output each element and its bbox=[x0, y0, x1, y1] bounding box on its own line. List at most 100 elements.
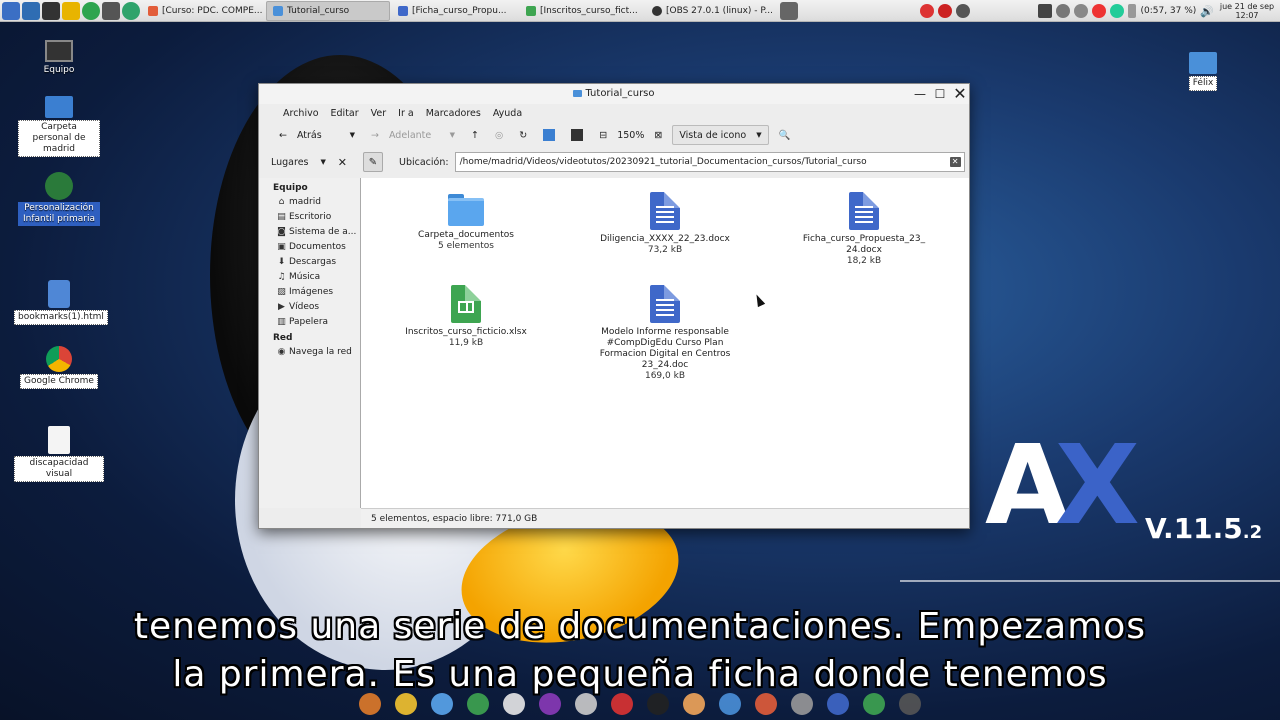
file-manager-launcher-icon[interactable] bbox=[22, 1, 40, 20]
battery-icon[interactable] bbox=[1128, 4, 1137, 18]
clock-alert-icon[interactable] bbox=[920, 4, 935, 18]
home-button[interactable] bbox=[537, 124, 561, 146]
wifi-icon[interactable] bbox=[1056, 4, 1071, 18]
dock-app-icon[interactable] bbox=[899, 693, 921, 715]
file-item-inscritos[interactable]: Inscritos_curso_ficticio.xlsx 11,9 kB bbox=[391, 285, 541, 349]
dock-app-icon[interactable] bbox=[647, 693, 669, 715]
sidebar-item-madrid[interactable]: ⌂ madrid bbox=[259, 195, 360, 210]
menu-editar[interactable]: Editar bbox=[325, 108, 365, 119]
dock-app-icon[interactable] bbox=[467, 693, 489, 715]
browser-launcher-icon[interactable] bbox=[82, 1, 100, 20]
dock-app-icon[interactable] bbox=[503, 693, 525, 715]
refresh-launcher-icon[interactable] bbox=[122, 1, 140, 20]
dock-app-icon[interactable] bbox=[791, 693, 813, 715]
desktop-icon-equipo[interactable]: Equipo bbox=[14, 40, 104, 77]
view-mode-label: Vista de icono bbox=[679, 129, 747, 141]
desktop-icon-label: discapacidad visual bbox=[14, 456, 104, 482]
task-button-tutorial-curso[interactable]: Tutorial_curso bbox=[266, 0, 390, 21]
close-button[interactable]: ✕ bbox=[953, 84, 967, 104]
dock-app-icon[interactable] bbox=[359, 693, 381, 715]
power-icon[interactable] bbox=[938, 4, 953, 18]
desktop-icon-carpeta-personal[interactable]: Carpeta personal de madrid bbox=[14, 96, 104, 157]
forward-button[interactable]: → Adelante ▼ bbox=[365, 124, 461, 146]
volume-icon[interactable]: 🔊 bbox=[1200, 5, 1214, 18]
sidebar-item-musica[interactable]: ♫ Música bbox=[259, 270, 360, 285]
file-item-diligencia[interactable]: Diligencia_XXXX_22_23.docx 73,2 kB bbox=[590, 192, 740, 256]
warning-icon[interactable] bbox=[1092, 4, 1107, 18]
task-button-inscritos[interactable]: [Inscritos_curso_fict... bbox=[520, 1, 644, 21]
task-button-obs[interactable]: [OBS 27.0.1 (linux) - P... bbox=[646, 1, 778, 21]
sidebar-item-descargas[interactable]: ⬇ Descargas bbox=[259, 255, 360, 270]
task-button-ficha-curso[interactable]: [Ficha_curso_Propu... bbox=[392, 1, 518, 21]
file-item-modelo-informe[interactable]: Modelo Informe responsable #CompDigEdu C… bbox=[590, 285, 740, 382]
dock-app-icon[interactable] bbox=[431, 693, 453, 715]
window-titlebar[interactable]: Tutorial_curso — ☐ ✕ bbox=[259, 84, 969, 104]
dock-app-icon[interactable] bbox=[539, 693, 561, 715]
updates-icon[interactable] bbox=[1074, 4, 1089, 18]
sidebar-item-sistema[interactable]: ◙ Sistema de a... bbox=[259, 225, 360, 240]
sidebar-item-navega-red[interactable]: ◉ Navega la red bbox=[259, 345, 360, 360]
file-manager-window: Tutorial_curso — ☐ ✕ Archivo Editar Ver … bbox=[258, 83, 970, 529]
dock-app-icon[interactable] bbox=[395, 693, 417, 715]
file-item-ficha[interactable]: Ficha_curso_Propuesta_23_ 24.docx 18,2 k… bbox=[789, 192, 939, 267]
zoom-out-button[interactable]: ⊟ bbox=[593, 124, 613, 146]
settings-tray-icon[interactable] bbox=[780, 1, 798, 20]
window-controls: — ☐ ✕ bbox=[913, 84, 967, 104]
folder-icon bbox=[1189, 52, 1217, 74]
desktop-icon-chrome[interactable]: Google Chrome bbox=[14, 346, 104, 389]
sidebar-item-papelera[interactable]: ▥ Papelera bbox=[259, 315, 360, 330]
location-input[interactable]: /home/madrid/Videos/videotutos/20230921_… bbox=[454, 152, 965, 172]
view-mode-select[interactable]: Vista de icono ▼ bbox=[672, 125, 769, 145]
dock-app-icon[interactable] bbox=[683, 693, 705, 715]
menu-ir-a[interactable]: Ir a bbox=[392, 108, 420, 119]
zoom-in-button[interactable]: ⊠ bbox=[648, 124, 668, 146]
dock-app-icon[interactable] bbox=[863, 693, 885, 715]
close-sidebar-icon[interactable]: ✕ bbox=[338, 156, 347, 169]
sidebar-item-documentos[interactable]: ▣ Documentos bbox=[259, 240, 360, 255]
terminal-launcher-icon[interactable] bbox=[42, 1, 60, 20]
sidebar-item-escritorio[interactable]: ▤ Escritorio bbox=[259, 210, 360, 225]
dock-app-icon[interactable] bbox=[611, 693, 633, 715]
menu-archivo[interactable]: Archivo bbox=[277, 108, 325, 119]
minimize-button[interactable]: — bbox=[913, 84, 927, 104]
desktop-icon-discapacidad[interactable]: discapacidad visual bbox=[14, 426, 104, 482]
editor-launcher-icon[interactable] bbox=[62, 1, 80, 20]
back-button[interactable]: ← Atrás ▼ bbox=[273, 124, 361, 146]
arrow-left-icon: ← bbox=[279, 129, 287, 141]
dock-app-icon[interactable] bbox=[755, 693, 777, 715]
menu-launcher-icon[interactable] bbox=[2, 1, 20, 20]
edit-location-button[interactable]: ✎ bbox=[363, 152, 383, 172]
up-button[interactable]: ↑ bbox=[465, 124, 485, 146]
close-all-launcher-icon[interactable] bbox=[102, 1, 120, 20]
search-button[interactable]: 🔍 bbox=[773, 124, 797, 146]
chrome-icon bbox=[46, 346, 72, 372]
task-button-curso[interactable]: [Curso: PDC. COMPE... bbox=[142, 1, 264, 21]
desktop-icon-felix[interactable]: Félix bbox=[1158, 52, 1248, 91]
chevron-down-icon[interactable]: ▼ bbox=[350, 131, 355, 139]
places-selector[interactable]: Lugares ▼ ✕ bbox=[259, 156, 359, 169]
bluetooth-icon[interactable] bbox=[956, 4, 971, 18]
dock-app-icon[interactable] bbox=[575, 693, 597, 715]
clock[interactable]: jue 21 de sep 12:07 bbox=[1218, 2, 1276, 20]
clear-location-icon[interactable]: ✕ bbox=[949, 157, 961, 167]
dock-app-icon[interactable] bbox=[719, 693, 741, 715]
display-icon[interactable] bbox=[1038, 4, 1053, 18]
menu-ayuda[interactable]: Ayuda bbox=[487, 108, 528, 119]
file-item-folder[interactable]: Carpeta_documentos 5 elementos bbox=[391, 192, 541, 252]
sidebar-item-videos[interactable]: ▶ Vídeos bbox=[259, 300, 360, 315]
file-size: 5 elementos bbox=[438, 241, 494, 251]
chevron-down-icon[interactable]: ▼ bbox=[450, 131, 455, 139]
menu-ver[interactable]: Ver bbox=[365, 108, 393, 119]
sidebar-item-label: Imágenes bbox=[289, 287, 334, 297]
reload-button[interactable]: ↻ bbox=[513, 124, 533, 146]
maximize-button[interactable]: ☐ bbox=[933, 84, 947, 104]
computer-button[interactable] bbox=[565, 124, 589, 146]
dock-app-icon[interactable] bbox=[827, 693, 849, 715]
stop-button[interactable]: ◎ bbox=[489, 124, 509, 146]
desktop-icon-personalizacion[interactable]: Personalización Infantil primaria bbox=[14, 172, 104, 226]
file-size: 73,2 kB bbox=[647, 245, 683, 255]
menu-marcadores[interactable]: Marcadores bbox=[420, 108, 487, 119]
desktop-icon-bookmarks[interactable]: bookmarks(1).html bbox=[14, 280, 108, 325]
sidebar-item-imagenes[interactable]: ▨ Imágenes bbox=[259, 285, 360, 300]
network-status-icon[interactable] bbox=[1110, 4, 1125, 18]
